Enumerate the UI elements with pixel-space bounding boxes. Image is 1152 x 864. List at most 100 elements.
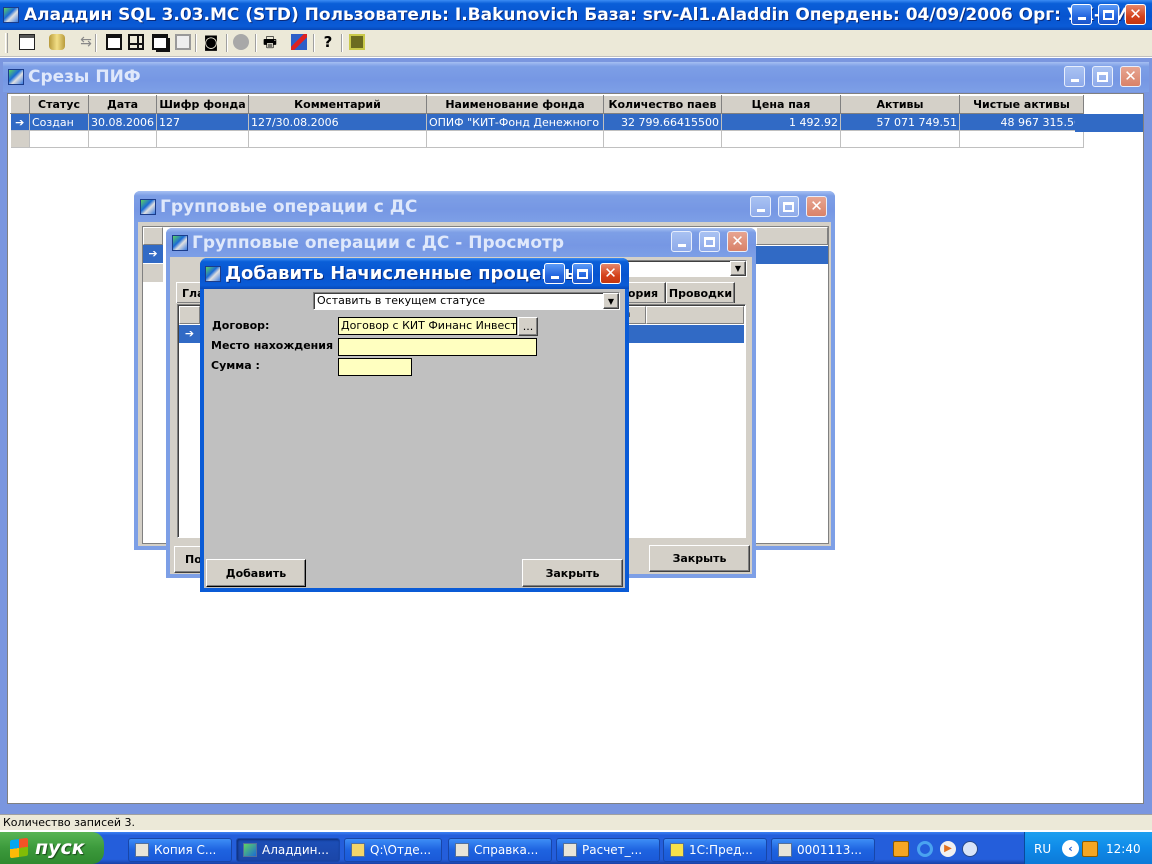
group-ops-close-button[interactable]: ✕ [806, 196, 827, 217]
tray-expand-icon[interactable]: ‹ [1062, 840, 1079, 857]
app-restore-button[interactable] [1098, 4, 1119, 25]
task-calc[interactable]: Расчет_... [556, 838, 660, 862]
tray-status-icon[interactable] [1082, 841, 1098, 857]
location-label: Место нахождения : [211, 339, 342, 352]
status-bar: Количество записей 3. [0, 814, 1152, 830]
contract-field[interactable]: Договор с КИТ Финанс Инвестиц [338, 317, 517, 335]
srezy-close-button[interactable]: ✕ [1120, 66, 1141, 87]
dialog-icon [205, 265, 221, 282]
table-row-empty[interactable] [10, 130, 1084, 148]
task-aladdin[interactable]: Аладдин... [236, 838, 340, 862]
help-icon[interactable]: ? [320, 34, 336, 50]
excel-icon [563, 843, 577, 857]
col-fund-name[interactable]: Наименование фонда [425, 95, 604, 114]
group-ops-close-bottom-button[interactable]: Закрыть [649, 545, 750, 572]
dialog-close-button[interactable]: ✕ [600, 263, 621, 284]
row-pointer-icon: ➔ [10, 113, 30, 131]
dialog-maximize-button[interactable] [572, 263, 593, 284]
contract-label: Договор: [212, 319, 270, 332]
col-net-assets[interactable]: Чистые активы [958, 95, 1084, 114]
media-icon[interactable]: ▶ [940, 841, 956, 857]
chevron-down-icon[interactable]: ▼ [730, 261, 746, 276]
app-title-bar[interactable]: Аладдин SQL 3.03.MC (STD) Пользователь: … [0, 0, 1152, 30]
window-icon[interactable] [106, 34, 122, 50]
status-select[interactable]: Оставить в текущем статусе ▼ [313, 292, 620, 310]
sum-field[interactable] [338, 358, 412, 376]
excel-icon [455, 843, 469, 857]
col-fund-code[interactable]: Шифр фонда [155, 95, 249, 114]
app-close-button[interactable]: ✕ [1125, 4, 1146, 25]
group-ops-icon [140, 198, 156, 215]
group-view-combo[interactable]: ▼ [620, 260, 747, 277]
col-comment[interactable]: Комментарий [247, 95, 427, 114]
task-reference[interactable]: Справка... [448, 838, 552, 862]
group-ops-title-bar[interactable]: Групповые операции с ДС ✕ [134, 191, 835, 222]
task-doc[interactable]: 0001113... [771, 838, 875, 862]
task-folder[interactable]: Q:\Отде... [344, 838, 442, 862]
group-view-minimize-button[interactable] [671, 231, 692, 252]
group-view-row-pointer-icon: ➔ [179, 325, 200, 343]
srezy-icon [8, 69, 24, 85]
col-assets[interactable]: Активы [839, 95, 960, 114]
1c-icon [670, 843, 684, 857]
add-button[interactable]: Добавить [206, 559, 306, 587]
contract-browse-button[interactable]: ... [518, 317, 538, 336]
app-title: Аладдин SQL 3.03.MC (STD) Пользователь: … [24, 5, 1141, 25]
col-shares[interactable]: Количество паев [602, 95, 722, 114]
windows-logo-icon [10, 837, 28, 859]
transfer-icon[interactable]: ⇆ [78, 34, 94, 50]
exit-icon[interactable] [349, 34, 365, 50]
list-icon[interactable] [19, 34, 35, 50]
clock: 12:40 [1106, 842, 1141, 856]
flag-icon[interactable] [291, 34, 307, 50]
aladdin-icon [243, 843, 257, 857]
tray-app-icon[interactable] [893, 841, 909, 857]
srezy-title: Срезы ПИФ [28, 67, 141, 87]
cascade-icon[interactable] [152, 34, 168, 50]
tab-postings[interactable]: Проводки [666, 282, 735, 303]
network-icon[interactable] [962, 841, 978, 857]
srezy-title-bar[interactable]: Срезы ПИФ ✕ [3, 62, 1149, 92]
dialog-cancel-button[interactable]: Закрыть [522, 559, 623, 587]
group-view-title: Групповые операции с ДС - Просмотр [192, 232, 565, 253]
srezy-maximize-button[interactable] [1092, 66, 1113, 87]
chevron-down-icon[interactable]: ▼ [603, 293, 619, 309]
group-view-icon [172, 234, 188, 251]
minimize-all-icon[interactable] [175, 34, 191, 50]
group-ops-maximize-button[interactable] [778, 196, 799, 217]
dialog-minimize-button[interactable] [544, 263, 565, 284]
col-status[interactable]: Статус [29, 95, 89, 114]
task-copy[interactable]: Копия С... [128, 838, 232, 862]
ie-icon[interactable] [917, 841, 933, 857]
group-view-title-bar[interactable]: Групповые операции с ДС - Просмотр ✕ [166, 228, 756, 257]
table-row[interactable]: ➔ Создан 30.08.2006 127 127/30.08.2006 О… [10, 113, 1084, 131]
group-view-maximize-button[interactable] [699, 231, 720, 252]
records-count: Количество записей 3. [3, 816, 136, 829]
sum-label: Сумма : [211, 359, 260, 372]
col-price[interactable]: Цена пая [720, 95, 841, 114]
printer-icon[interactable]: 🖶 [262, 34, 278, 50]
app-minimize-button[interactable] [1071, 4, 1092, 25]
start-button[interactable]: пуск [0, 832, 104, 864]
location-field[interactable] [338, 338, 537, 356]
document-icon [778, 843, 792, 857]
col-date[interactable]: Дата [88, 95, 157, 114]
group-view-close-button[interactable]: ✕ [727, 231, 748, 252]
folder-icon [351, 843, 365, 857]
srezy-minimize-button[interactable] [1064, 66, 1085, 87]
main-toolbar [0, 30, 1152, 57]
task-1c[interactable]: 1С:Пред... [663, 838, 767, 862]
tile-icon[interactable] [128, 34, 144, 50]
excel-icon [135, 843, 149, 857]
binoculars-icon[interactable]: ◙ [203, 34, 219, 50]
group-ops-minimize-button[interactable] [750, 196, 771, 217]
dialog-title: Добавить Начисленные проценты [225, 263, 581, 284]
srezy-grid: Статус Дата Шифр фонда Комментарий Наиме… [10, 95, 1084, 148]
language-indicator[interactable]: RU [1034, 842, 1051, 856]
dialog-title-bar[interactable]: Добавить Начисленные проценты ✕ [200, 258, 629, 289]
app-icon [3, 7, 19, 23]
group-ops-title: Групповые операции с ДС [160, 196, 418, 217]
stop-icon[interactable] [233, 34, 249, 50]
database-icon[interactable] [49, 34, 65, 50]
group-ops-row-pointer-icon: ➔ [143, 245, 163, 263]
